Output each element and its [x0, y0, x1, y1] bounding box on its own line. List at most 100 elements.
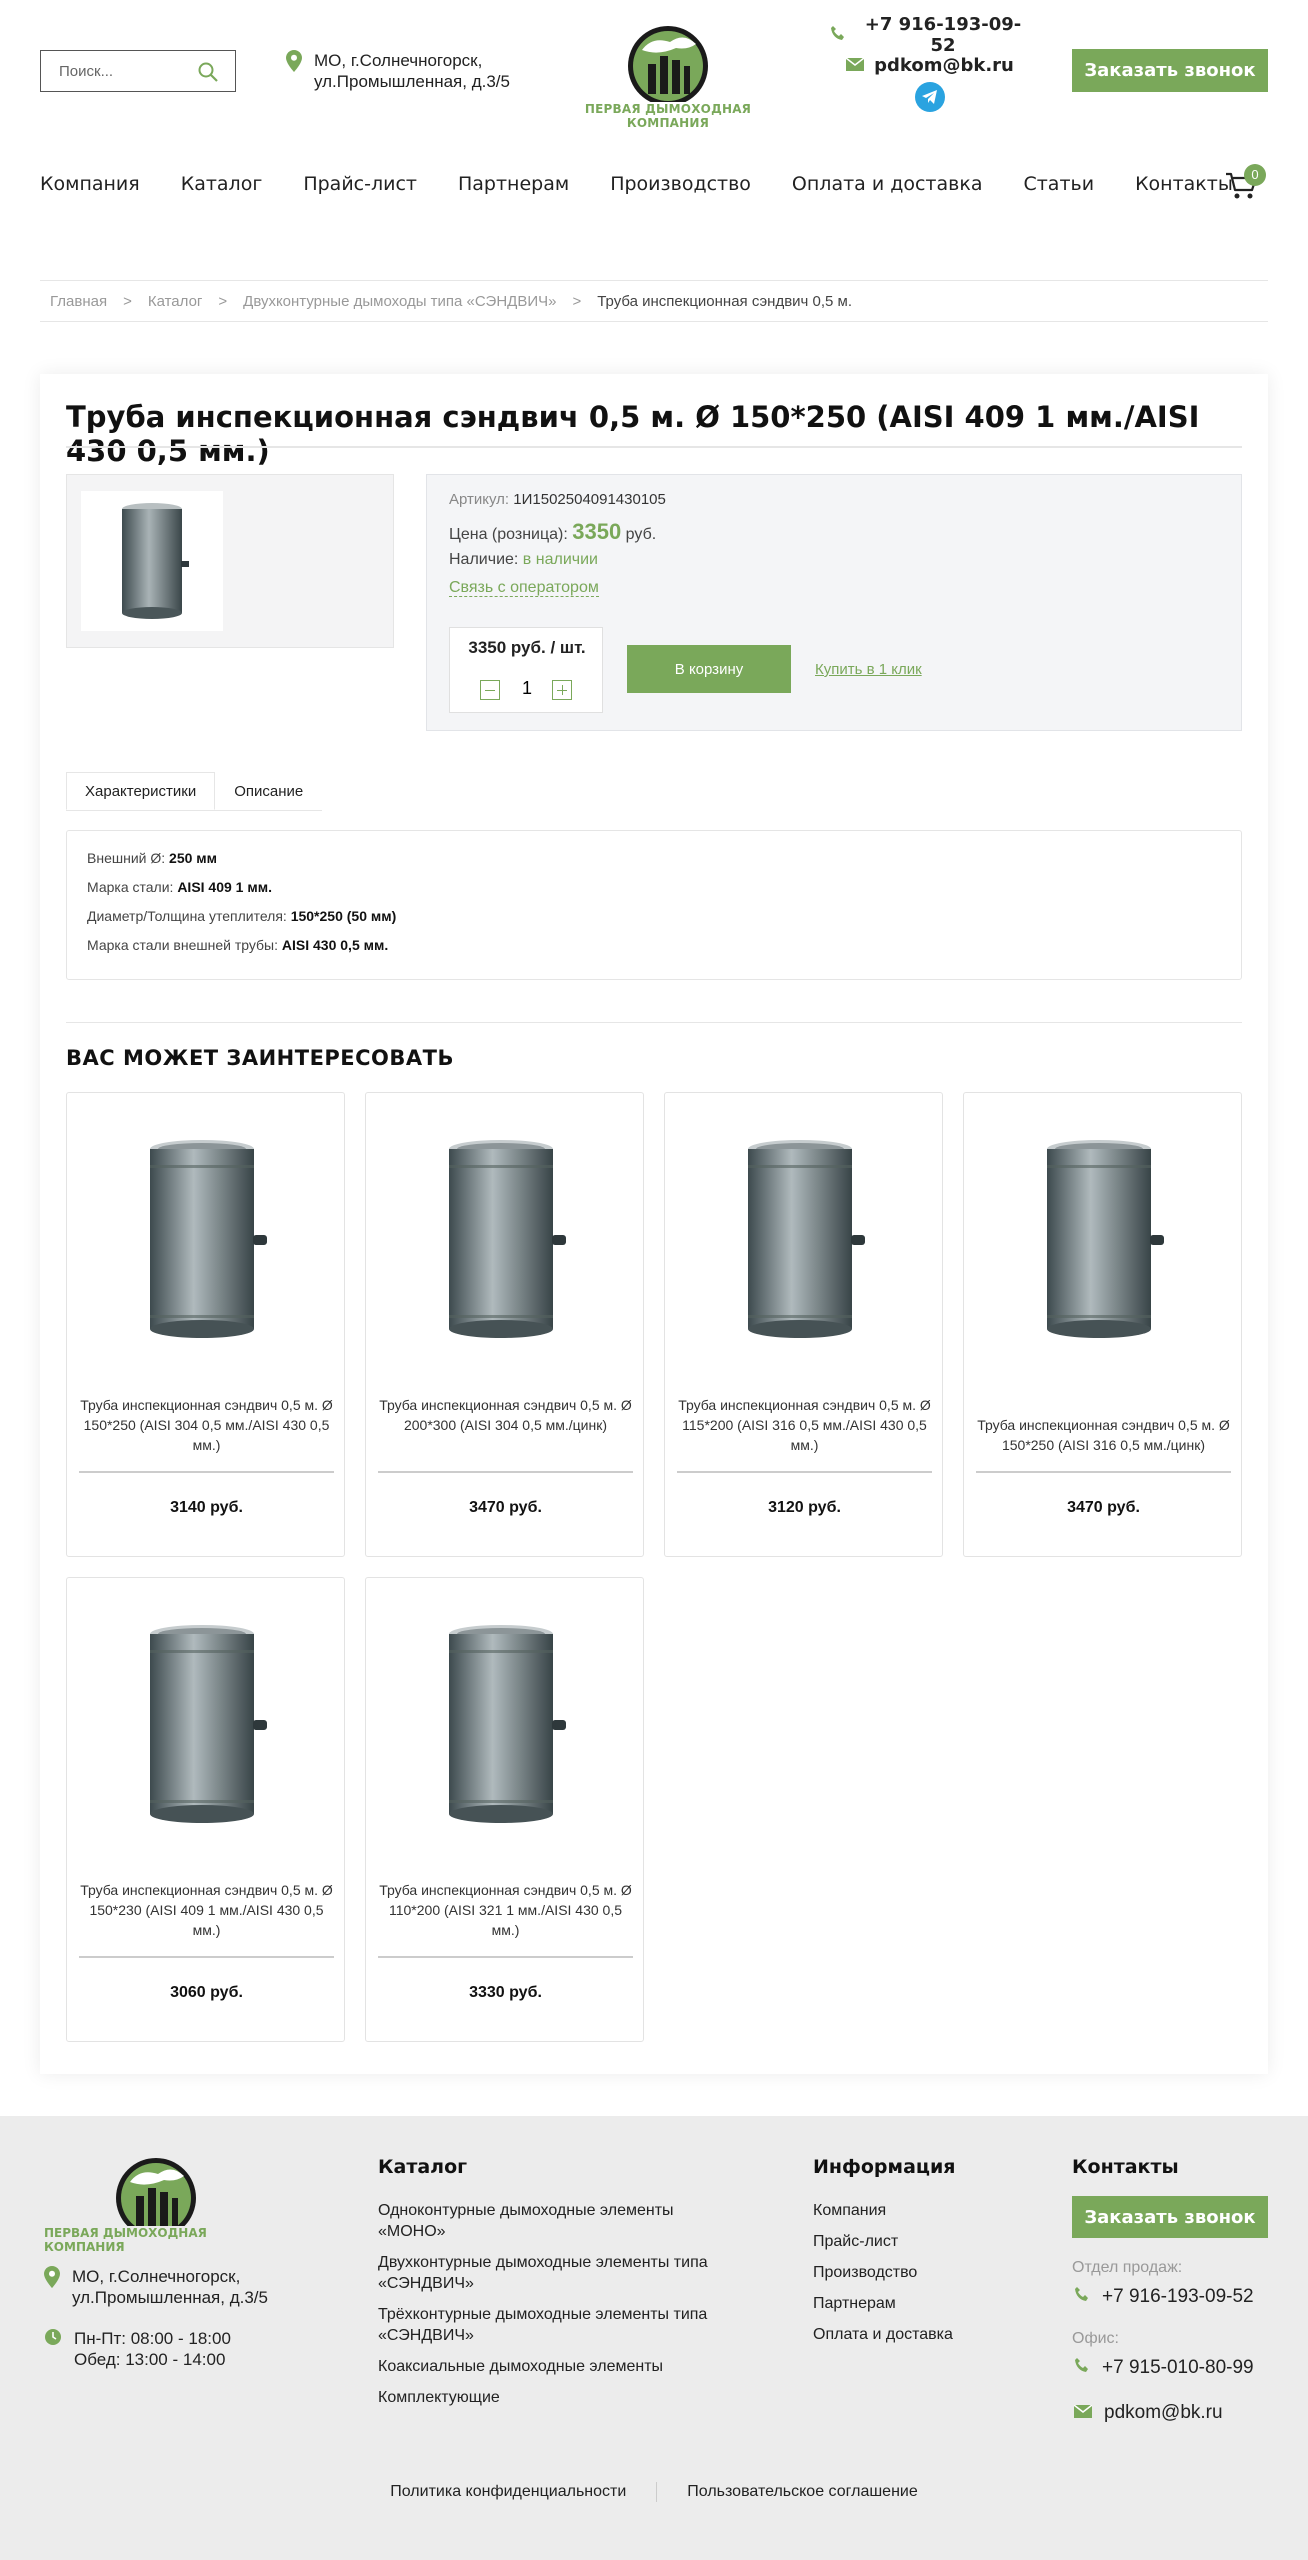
footer-catalog-link[interactable]: Трёхконтурные дымоходные элементы типа «… — [378, 2304, 718, 2346]
telegram-icon[interactable] — [915, 82, 945, 112]
footer-catalog-link[interactable]: Комплектующие — [378, 2387, 718, 2408]
privacy-link[interactable]: Политика конфиденциальности — [360, 2483, 656, 2501]
footer-info-link[interactable]: Прайс-лист — [813, 2231, 1033, 2252]
pipe-image-icon — [122, 503, 189, 619]
product-gallery — [66, 474, 394, 648]
title-divider — [66, 446, 1242, 448]
nav-contacts[interactable]: Контакты — [1135, 170, 1233, 198]
footer-catalog-title: Каталог — [378, 2156, 468, 2178]
search-input[interactable] — [59, 62, 209, 80]
cart-count-badge: 0 — [1244, 164, 1266, 186]
product-card[interactable]: Труба инспекционная сэндвич 0,5 м. Ø 150… — [963, 1092, 1242, 1557]
price-currency: руб. — [625, 526, 657, 543]
header-phone[interactable]: +7 916-193-09-52 — [830, 14, 1030, 56]
search-icon[interactable] — [197, 61, 219, 88]
breadcrumb-catalog[interactable]: Каталог — [148, 293, 203, 310]
spec-label: Марка стали: — [87, 879, 174, 895]
callback-button[interactable]: Заказать звонок — [1072, 49, 1268, 92]
nav-price-list[interactable]: Прайс-лист — [303, 170, 417, 198]
spec-label: Диаметр/Толщина утеплителя: — [87, 908, 287, 924]
footer-email[interactable]: pdkom@bk.ru — [1073, 2402, 1223, 2424]
quantity-input[interactable] — [510, 678, 544, 699]
logo-name: ПЕРВАЯ ДЫМОХОДНАЯ КОМПАНИЯ — [584, 102, 752, 130]
header-email-text: pdkom@bk.ru — [874, 54, 1014, 76]
product-card-name: Труба инспекционная сэндвич 0,5 м. Ø 115… — [678, 1397, 931, 1453]
nav-catalog[interactable]: Каталог — [181, 170, 263, 198]
product-card[interactable]: Труба инспекционная сэндвич 0,5 м. Ø 115… — [664, 1092, 943, 1557]
pipe-image-icon — [150, 1140, 267, 1338]
spec-label: Марка стали внешней трубы: — [87, 937, 279, 953]
spec-row: Марка стали: AISI 409 1 мм. — [87, 878, 1221, 907]
operator-link[interactable]: Связь с оператором — [449, 579, 599, 597]
footer-info-link[interactable]: Производство — [813, 2262, 1033, 2283]
product-card[interactable]: Труба инспекционная сэндвич 0,5 м. Ø 110… — [365, 1577, 644, 2042]
nav-articles[interactable]: Статьи — [1023, 170, 1094, 198]
product-card-price: 3120 руб. — [768, 1499, 841, 1516]
spec-row: Марка стали внешней трубы: AISI 430 0,5 … — [87, 936, 1221, 965]
footer-hours: Пн-Пт: 08:00 - 18:00 Обед: 13:00 - 14:00 — [44, 2328, 231, 2370]
card-divider — [378, 1956, 633, 1958]
spec-value: 250 мм — [169, 850, 217, 866]
card-divider — [378, 1471, 633, 1473]
pipe-image-icon — [748, 1140, 865, 1338]
product-card[interactable]: Труба инспекционная сэндвич 0,5 м. Ø 200… — [365, 1092, 644, 1557]
office-phone[interactable]: +7 915-010-80-99 — [1074, 2357, 1254, 2379]
footer-info-link[interactable]: Партнерам — [813, 2293, 1033, 2314]
pipe-image-icon — [150, 1625, 267, 1823]
quantity-stepper: 3350 руб. / шт. — [449, 627, 603, 713]
stock-label: Наличие: — [449, 551, 519, 568]
footer-callback-button[interactable]: Заказать звонок — [1072, 2196, 1268, 2238]
tab-characteristics[interactable]: Характеристики — [66, 772, 216, 810]
section-divider — [66, 1022, 1242, 1023]
header-contacts: +7 916-193-09-52 pdkom@bk.ru — [830, 14, 1030, 112]
quantity-increase-button[interactable] — [552, 680, 572, 700]
address-line1: МО, г.Солнечногорск, — [314, 51, 483, 70]
footer-logo[interactable]: ПЕРВАЯ ДЫМОХОДНАЯ КОМПАНИЯ — [44, 2154, 268, 2254]
cart-button[interactable]: 0 — [1224, 164, 1268, 206]
footer-catalog-link[interactable]: Двухконтурные дымоходные элементы типа «… — [378, 2252, 718, 2294]
footer-catalog-link[interactable]: Одноконтурные дымоходные элементы «МОНО» — [378, 2200, 718, 2242]
price-value: 3350 — [572, 519, 622, 544]
sales-phone[interactable]: +7 916-193-09-52 — [1074, 2286, 1254, 2308]
breadcrumb-home[interactable]: Главная — [50, 293, 107, 310]
header-phone-text: +7 916-193-09-52 — [864, 14, 1022, 56]
footer-catalog-link[interactable]: Коаксиальные дымоходные элементы — [378, 2356, 718, 2377]
product-card-name: Труба инспекционная сэндвич 0,5 м. Ø 150… — [80, 1397, 333, 1453]
phone-icon — [830, 25, 846, 46]
footer-logo-name: ПЕРВАЯ ДЫМОХОДНАЯ КОМПАНИЯ — [44, 2226, 207, 2254]
product-thumbnail[interactable] — [81, 491, 223, 631]
spec-value: AISI 430 0,5 мм. — [281, 937, 389, 953]
breadcrumb-category[interactable]: Двухконтурные дымоходы типа «СЭНДВИЧ» — [243, 293, 556, 310]
product-card[interactable]: Труба инспекционная сэндвич 0,5 м. Ø 150… — [66, 1092, 345, 1557]
nav-company[interactable]: Компания — [40, 170, 140, 198]
logo-icon — [116, 2158, 196, 2238]
add-to-cart-button[interactable]: В корзину — [627, 645, 791, 693]
agreement-link[interactable]: Пользовательское соглашение — [657, 2483, 947, 2501]
location-pin-icon — [286, 50, 302, 92]
footer-info-link[interactable]: Компания — [813, 2200, 1033, 2221]
spec-row: Внешний Ø: 250 мм — [87, 849, 1221, 878]
footer-info-link[interactable]: Оплата и доставка — [813, 2324, 1033, 2345]
nav-partners[interactable]: Партнерам — [458, 170, 569, 198]
header: МО, г.Солнечногорск, ул.Промышленная, д.… — [0, 0, 1308, 199]
header-address: МО, г.Солнечногорск, ул.Промышленная, д.… — [286, 50, 510, 92]
location-pin-icon — [44, 2266, 60, 2308]
product-card-price: 3470 руб. — [1067, 1499, 1140, 1516]
nav-payment-delivery[interactable]: Оплата и доставка — [792, 170, 983, 198]
footer-info: Информация Компания Прайс-лист Производс… — [813, 2156, 1033, 2355]
tab-description[interactable]: Описание — [215, 772, 322, 810]
breadcrumb: Главная > Каталог > Двухконтурные дымохо… — [40, 280, 1268, 322]
one-click-buy-link[interactable]: Купить в 1 клик — [815, 661, 922, 678]
article-label: Артикул: — [449, 491, 510, 508]
unit-price: 3350 руб. / шт. — [468, 638, 586, 657]
spec-value: 150*250 (50 мм) — [290, 908, 397, 924]
mail-icon — [1073, 2402, 1093, 2424]
card-divider — [976, 1471, 1231, 1473]
breadcrumb-separator: > — [572, 292, 582, 310]
nav-production[interactable]: Производство — [610, 170, 751, 198]
quantity-decrease-button[interactable] — [480, 680, 500, 700]
header-email[interactable]: pdkom@bk.ru — [830, 50, 1030, 80]
article-row: Артикул: 1И1502504091430105 — [449, 491, 666, 508]
logo[interactable]: ПЕРВАЯ ДЫМОХОДНАЯ КОМПАНИЯ — [556, 20, 780, 130]
product-card[interactable]: Труба инспекционная сэндвич 0,5 м. Ø 150… — [66, 1577, 345, 2042]
